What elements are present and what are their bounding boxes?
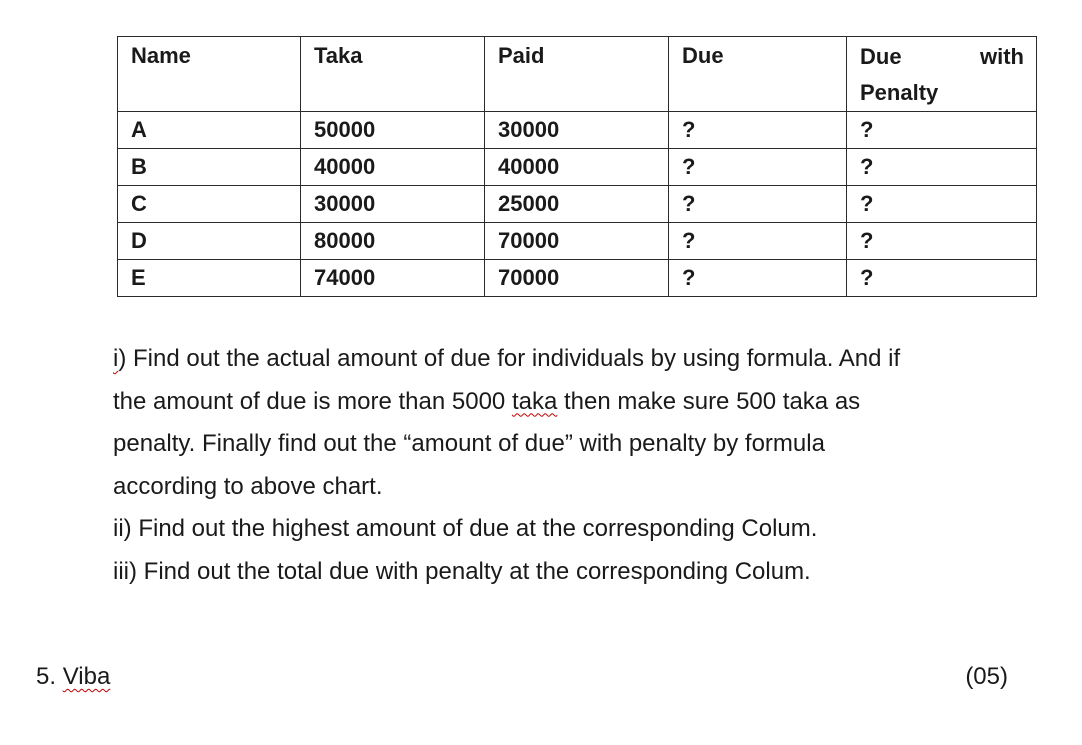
question-1-line-4: according to above chart. (113, 472, 383, 500)
cell-due: ? (668, 148, 847, 186)
document-page: Name Taka Paid Due Due with Penalty A 50… (0, 0, 1082, 745)
header-penalty-line1: Due with (860, 39, 1024, 75)
cell-name: B (117, 148, 301, 186)
question-3: iii) Find out the total due with penalty… (113, 557, 811, 585)
table-row: D 80000 70000 ? ? (117, 222, 1037, 260)
question-2: ii) Find out the highest amount of due a… (113, 515, 818, 542)
cell-penalty: ? (846, 222, 1037, 260)
cell-paid: 25000 (484, 185, 669, 223)
cell-taka: 40000 (300, 148, 485, 186)
table-header-row: Name Taka Paid Due Due with Penalty (117, 36, 1037, 112)
section-number: 5. (36, 663, 63, 690)
cell-taka: 30000 (300, 185, 485, 223)
cell-penalty: ? (846, 185, 1037, 223)
table-row: E 74000 70000 ? ? (117, 259, 1037, 297)
table-row: A 50000 30000 ? ? (117, 111, 1037, 149)
cell-taka: 80000 (300, 222, 485, 260)
cell-name: A (117, 111, 301, 149)
cell-taka: 50000 (300, 111, 485, 149)
cell-name: C (117, 185, 301, 223)
table-row: C 30000 25000 ? ? (117, 185, 1037, 223)
question-1-line-2: the amount of due is more than 5000 taka… (113, 381, 1043, 424)
cell-due: ? (668, 185, 847, 223)
header-name: Name (117, 36, 301, 112)
section-title: Viba (62, 663, 111, 690)
question-1-word-taka: taka (511, 387, 558, 415)
table-row: B 40000 40000 ? ? (117, 148, 1037, 186)
due-table: Name Taka Paid Due Due with Penalty A 50… (117, 36, 1037, 297)
header-penalty-line2: Penalty (860, 80, 939, 105)
cell-due: ? (668, 259, 847, 297)
cell-due: ? (668, 222, 847, 260)
header-paid: Paid (484, 36, 669, 112)
cell-paid: 70000 (484, 222, 669, 260)
header-due: Due (668, 36, 847, 112)
cell-paid: 40000 (484, 148, 669, 186)
question-1-line-3: penalty. Finally find out the “amount of… (113, 430, 825, 457)
header-penalty-word-with: with (980, 44, 1024, 69)
section-marks: (05) (965, 663, 1008, 690)
cell-due: ? (668, 111, 847, 149)
header-taka: Taka (300, 36, 485, 112)
cell-penalty: ? (846, 148, 1037, 186)
question-1-line-2-start: the amount of due is more than 5000 (113, 387, 512, 415)
cell-paid: 70000 (484, 259, 669, 297)
cell-paid: 30000 (484, 111, 669, 149)
header-penalty-word-due: Due (860, 44, 902, 69)
cell-penalty: ? (846, 259, 1037, 297)
cell-taka: 74000 (300, 259, 485, 297)
question-1-line-1-text: ) Find out the actual amount of due for … (118, 345, 901, 372)
header-due-with-penalty: Due with Penalty (846, 36, 1037, 112)
header-due-with-penalty-text: Due with Penalty (860, 39, 1024, 111)
question-list: i) Find out the actual amount of due for… (113, 338, 1043, 593)
question-1-line-2-end: then make sure 500 taka as (557, 387, 861, 415)
cell-penalty: ? (846, 111, 1037, 149)
cell-name: D (117, 222, 301, 260)
section-heading: 5. Viba (36, 657, 110, 697)
question-1-line-1: i) Find out the actual amount of due for… (113, 338, 1043, 381)
cell-name: E (117, 259, 301, 297)
